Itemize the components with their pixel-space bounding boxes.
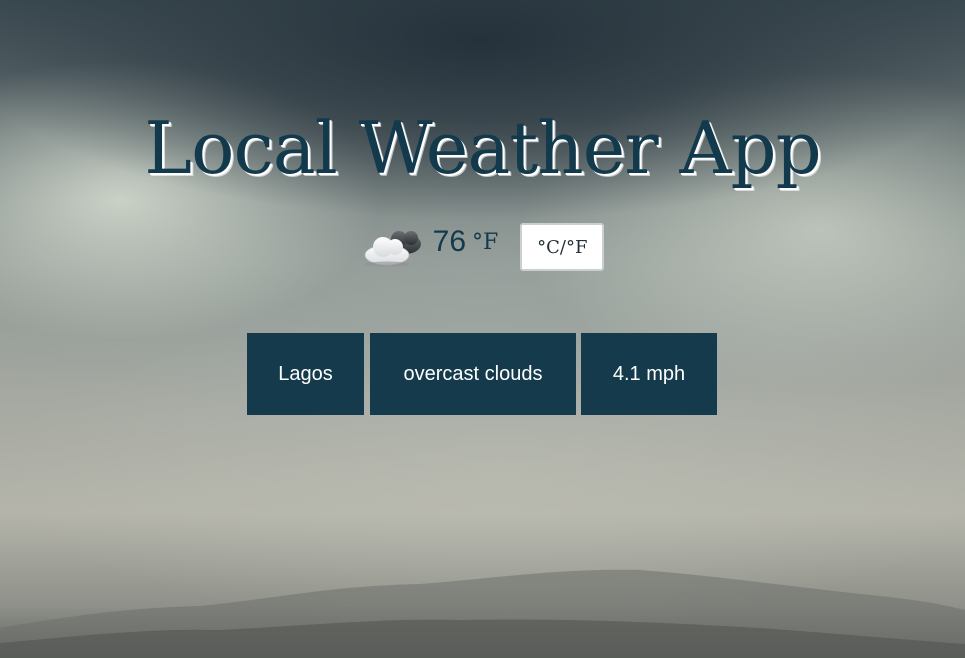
weather-app: Local Weather App 76 °F °C/°F Lagos over… xyxy=(0,0,965,658)
temperature-unit: °F xyxy=(472,229,499,255)
unit-toggle-button[interactable]: °C/°F xyxy=(520,223,605,271)
wind-speed-box: 4.1 mph xyxy=(581,333,717,415)
city-box: Lagos xyxy=(247,333,364,415)
temperature-value: 76 xyxy=(432,225,467,258)
weather-info-row: Lagos overcast clouds 4.1 mph xyxy=(247,333,717,415)
page-title: Local Weather App xyxy=(144,106,821,190)
description-box: overcast clouds xyxy=(370,333,576,415)
current-weather: 76 °F °C/°F xyxy=(0,222,965,272)
cloud-sun-icon xyxy=(364,231,421,267)
